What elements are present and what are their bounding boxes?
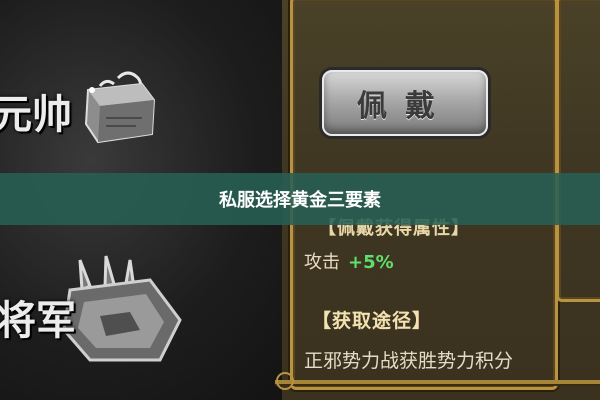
stat-value: +5% xyxy=(348,252,394,273)
frame-corner-ornament xyxy=(276,372,294,390)
stat-name: 攻击 xyxy=(304,252,340,273)
banner-title: 私服选择黄金三要素 xyxy=(219,190,381,211)
game-scene: 元帅 将军 佩戴 【佩戴获得属性】 攻击 +5% 【获取途径】 正邪势力战获胜势力… xyxy=(0,0,600,400)
article-title-banner: 私服选择黄金三要素 xyxy=(0,173,600,225)
equip-button[interactable]: 佩戴 xyxy=(322,70,488,136)
marshal-badge-icon xyxy=(84,71,156,144)
attack-stat-line: 攻击 +5% xyxy=(304,248,394,274)
obtain-method-text: 正邪势力战获胜势力积分 xyxy=(304,350,514,372)
general-badge-icon xyxy=(62,255,182,362)
obtain-method-heading: 【获取途径】 xyxy=(312,310,433,332)
rank-title-general[interactable]: 将军 xyxy=(0,288,76,346)
side-frame xyxy=(556,0,600,302)
rank-title-marshal[interactable]: 元帅 xyxy=(0,82,72,140)
frame-bottom-border xyxy=(275,380,600,384)
